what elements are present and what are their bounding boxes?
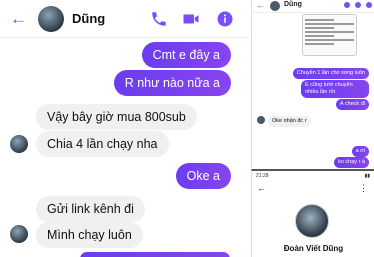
receipt-line <box>305 39 354 41</box>
video-camera-icon[interactable] <box>355 2 361 8</box>
profile-panel: 21:28 ▮▮ ← ⋮ Đoàn Viết Dũng <box>251 169 374 257</box>
side-chat-header: ← Dũng <box>252 0 374 13</box>
receipt-line <box>305 27 335 29</box>
contact-avatar[interactable] <box>270 1 280 11</box>
video-camera-icon[interactable] <box>182 10 200 28</box>
message-bubble-sent[interactable]: Chuyển 1 lần cho xong luôn <box>292 68 369 79</box>
contact-avatar-small <box>10 225 28 243</box>
contact-avatar-small <box>257 116 265 124</box>
receipt-line <box>305 43 335 45</box>
phone-icon[interactable] <box>344 2 350 8</box>
side-chat-panel: ← Dũng Chuyển 1 lần cho xong luôn E cũng… <box>251 0 374 168</box>
message-bubble-received[interactable]: Chia 4 lần chạy nha <box>36 131 169 157</box>
transfer-receipt-image[interactable] <box>302 14 357 56</box>
back-arrow-icon[interactable]: ← <box>257 183 266 193</box>
message-bubble-received[interactable]: Vậy bây giờ mua 800sub <box>36 104 197 130</box>
profile-name: Đoàn Viết Dũng <box>283 244 344 253</box>
contact-avatar-small <box>10 135 28 153</box>
contact-name[interactable]: Dũng <box>284 1 302 8</box>
main-chat-panel: ← Dũng Cmt e đây a R như nào nữa a Vậy b… <box>0 0 249 257</box>
info-icon[interactable] <box>366 2 372 8</box>
message-bubble-sent[interactable]: a ơi <box>351 146 369 157</box>
message-bubble-sent[interactable]: R như nào nữa a <box>113 70 231 96</box>
receipt-line <box>305 31 354 33</box>
message-bubble-sent[interactable]: E cũng lười chuyển nhiều lần rồi <box>301 80 369 98</box>
message-bubble-received[interactable]: Gửi link kênh đi <box>36 196 145 222</box>
message-bubble-sent[interactable]: ko chạy r à <box>334 157 369 168</box>
message-bubble-sent[interactable]: Cmt e đây a <box>141 42 231 68</box>
phone-icon[interactable] <box>150 10 168 28</box>
profile-avatar[interactable] <box>295 204 329 238</box>
back-arrow-icon[interactable]: ← <box>256 0 265 10</box>
receipt-line <box>305 23 354 25</box>
message-bubble-received[interactable]: Oke nhận đc r <box>268 116 311 127</box>
chat-header: ← Dũng <box>0 0 249 38</box>
message-bubble-sent[interactable]: A check đi <box>335 99 369 110</box>
contact-name[interactable]: Dũng <box>72 11 105 26</box>
status-bar-icons: ▮▮ <box>364 173 370 179</box>
receipt-line <box>305 35 335 37</box>
more-vertical-icon[interactable]: ⋮ <box>359 183 368 194</box>
message-bubble-sent-partial <box>80 252 230 257</box>
info-icon[interactable] <box>216 10 234 28</box>
back-arrow-icon[interactable]: ← <box>10 10 28 28</box>
receipt-line <box>305 19 335 21</box>
status-bar-time: 21:28 <box>256 173 269 179</box>
contact-avatar[interactable] <box>38 6 64 32</box>
message-bubble-sent[interactable]: Oke a <box>175 163 231 189</box>
message-bubble-received[interactable]: Mình chạy luôn <box>36 222 143 248</box>
